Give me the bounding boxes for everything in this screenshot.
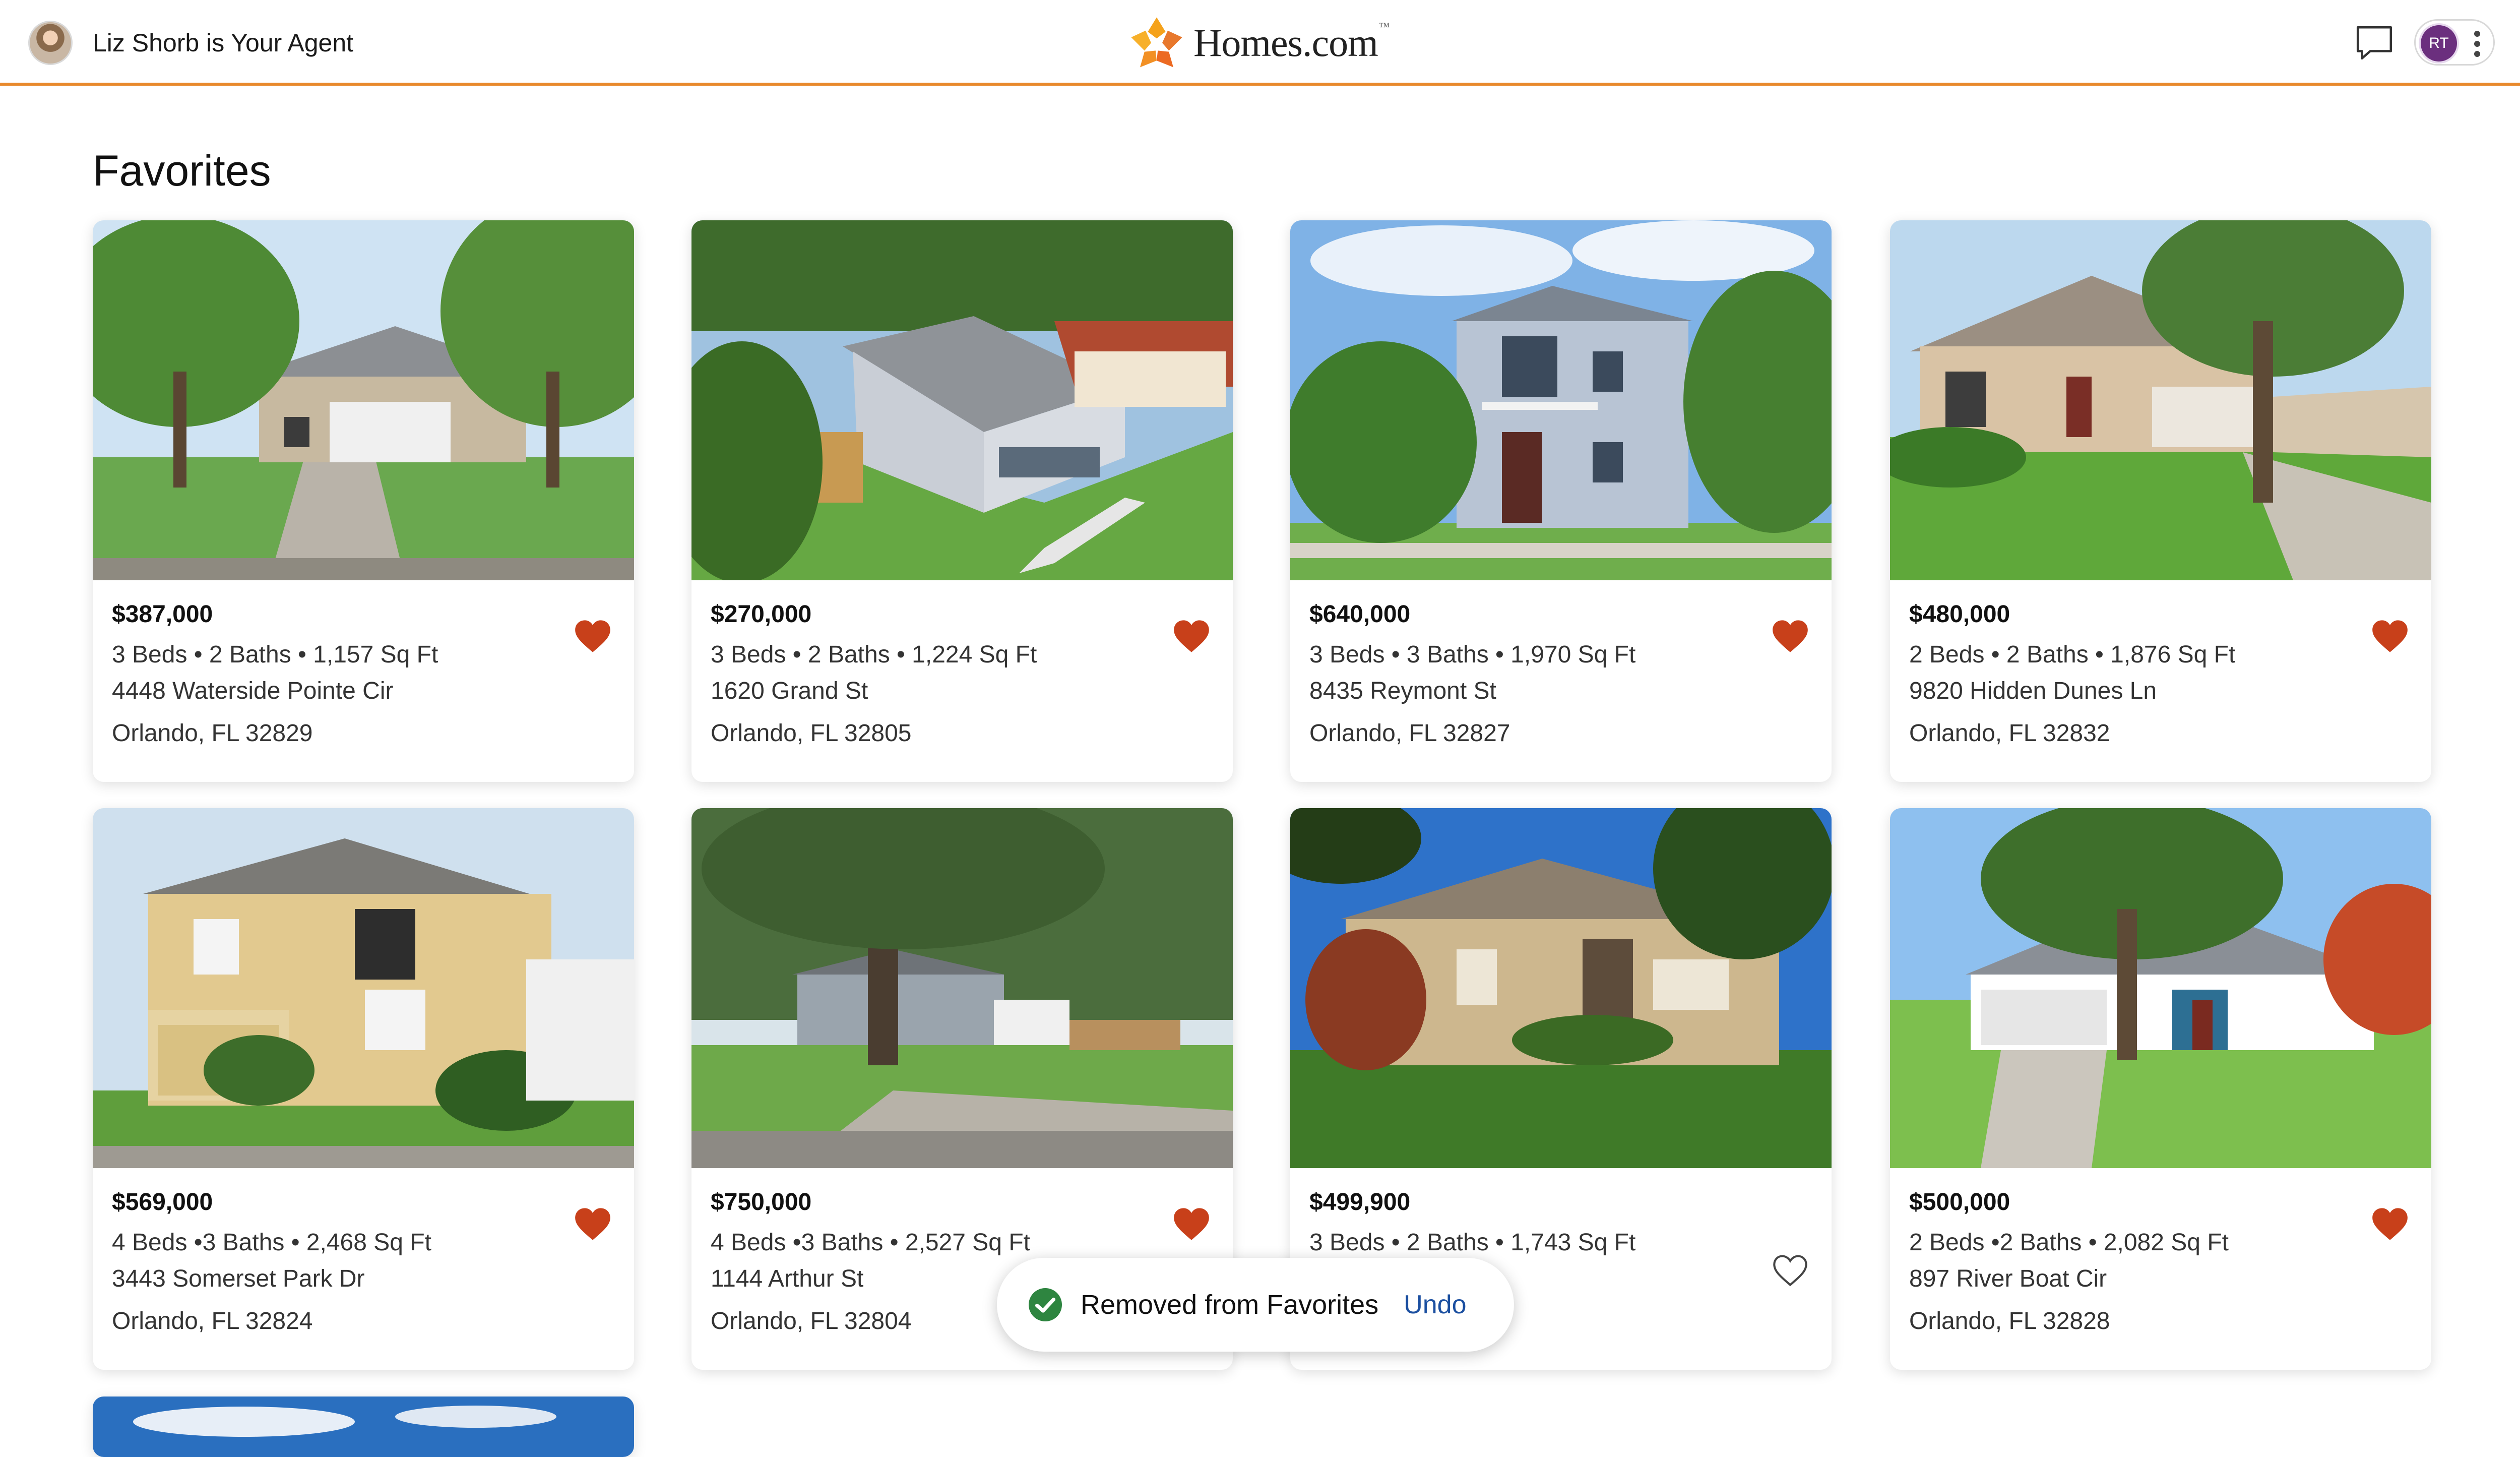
listing-photo[interactable] bbox=[1290, 220, 1832, 580]
user-avatar: RT bbox=[2421, 25, 2457, 62]
listing-photo[interactable] bbox=[1890, 808, 2431, 1168]
favorite-heart-icon[interactable] bbox=[1172, 1206, 1211, 1242]
favorite-heart-icon[interactable] bbox=[1172, 619, 1211, 654]
homes-logo-icon bbox=[1131, 17, 1182, 68]
listing-photo[interactable] bbox=[93, 1397, 634, 1457]
listing-street: 1620 Grand St bbox=[711, 678, 868, 704]
listing-card[interactable] bbox=[93, 1397, 634, 1457]
favorite-heart-icon[interactable] bbox=[2371, 1206, 2409, 1242]
listing-photo[interactable] bbox=[93, 220, 634, 580]
listing-street: 3443 Somerset Park Dr bbox=[112, 1265, 365, 1292]
listing-city: Orlando, FL 32832 bbox=[1909, 720, 2110, 747]
favorite-heart-icon[interactable] bbox=[1771, 619, 1809, 654]
listing-street: 8435 Reymont St bbox=[1309, 678, 1496, 704]
user-menu-button[interactable]: RT bbox=[2414, 19, 2495, 66]
listing-specs: 3 Beds • 2 Baths • 1,157 Sq Ft bbox=[112, 641, 438, 668]
listing-card[interactable]: $569,000 4 Beds •3 Baths • 2,468 Sq Ft 3… bbox=[93, 808, 634, 1370]
listing-price: $640,000 bbox=[1309, 601, 1411, 628]
listing-photo[interactable] bbox=[1290, 808, 1832, 1168]
listing-photo[interactable] bbox=[93, 808, 634, 1168]
toast-message: Removed from Favorites bbox=[1081, 1290, 1379, 1320]
listing-card[interactable]: $480,000 2 Beds • 2 Baths • 1,876 Sq Ft … bbox=[1890, 220, 2431, 782]
logo-wordmark: Homes.com™ bbox=[1193, 20, 1390, 65]
listing-card[interactable]: $500,000 2 Beds •2 Baths • 2,082 Sq Ft 8… bbox=[1890, 808, 2431, 1370]
listing-specs: 3 Beds • 2 Baths • 1,224 Sq Ft bbox=[711, 641, 1037, 668]
agent-badge[interactable]: Liz Shorb is Your Agent bbox=[28, 20, 353, 66]
listing-card[interactable]: $640,000 3 Beds • 3 Baths • 1,970 Sq Ft … bbox=[1290, 220, 1832, 782]
listing-price: $480,000 bbox=[1909, 601, 2010, 628]
listing-specs: 2 Beds • 2 Baths • 1,876 Sq Ft bbox=[1909, 641, 2236, 668]
listing-city: Orlando, FL 32827 bbox=[1309, 720, 1510, 747]
listing-city: Orlando, FL 32824 bbox=[112, 1308, 313, 1334]
undo-button[interactable]: Undo bbox=[1404, 1290, 1466, 1320]
listing-city: Orlando, FL 32829 bbox=[112, 720, 313, 747]
favorite-heart-outline-icon[interactable] bbox=[1771, 1253, 1809, 1288]
chat-icon[interactable] bbox=[2354, 22, 2395, 64]
listing-price: $387,000 bbox=[112, 601, 213, 628]
listing-photo[interactable] bbox=[691, 220, 1233, 580]
top-bar: Liz Shorb is Your Agent Homes.com™ RT bbox=[0, 0, 2520, 86]
listing-street: 4448 Waterside Pointe Cir bbox=[112, 678, 394, 704]
listing-specs: 4 Beds •3 Baths • 2,527 Sq Ft bbox=[711, 1229, 1030, 1256]
listing-price: $500,000 bbox=[1909, 1189, 2010, 1216]
listing-street: 9820 Hidden Dunes Ln bbox=[1909, 678, 2157, 704]
listing-card[interactable]: $270,000 3 Beds • 2 Baths • 1,224 Sq Ft … bbox=[691, 220, 1233, 782]
listing-specs: 3 Beds • 3 Baths • 1,970 Sq Ft bbox=[1309, 641, 1636, 668]
agent-label: Liz Shorb is Your Agent bbox=[93, 29, 354, 57]
favorite-heart-icon[interactable] bbox=[574, 1206, 612, 1242]
listing-city: Orlando, FL 32805 bbox=[711, 720, 912, 747]
more-options-icon bbox=[2472, 31, 2482, 57]
favorite-heart-icon[interactable] bbox=[574, 619, 612, 654]
removed-toast: Removed from Favorites Undo bbox=[997, 1258, 1514, 1352]
check-circle-icon bbox=[1029, 1288, 1062, 1321]
listing-price: $569,000 bbox=[112, 1189, 213, 1216]
page-title: Favorites bbox=[93, 147, 271, 195]
agent-avatar bbox=[28, 21, 73, 65]
listing-city: Orlando, FL 32828 bbox=[1909, 1308, 2110, 1334]
listing-specs: 3 Beds • 2 Baths • 1,743 Sq Ft bbox=[1309, 1229, 1636, 1256]
favorite-heart-icon[interactable] bbox=[2371, 619, 2409, 654]
listing-photo[interactable] bbox=[691, 808, 1233, 1168]
listing-photo[interactable] bbox=[1890, 220, 2431, 580]
listing-card[interactable]: $387,000 3 Beds • 2 Baths • 1,157 Sq Ft … bbox=[93, 220, 634, 782]
homes-logo[interactable]: Homes.com™ bbox=[1129, 15, 1390, 71]
listing-price: $750,000 bbox=[711, 1189, 812, 1216]
listing-price: $499,900 bbox=[1309, 1189, 1411, 1216]
listing-specs: 4 Beds •3 Baths • 2,468 Sq Ft bbox=[112, 1229, 431, 1256]
listing-price: $270,000 bbox=[711, 601, 812, 628]
listing-street: 897 River Boat Cir bbox=[1909, 1265, 2107, 1292]
listing-specs: 2 Beds •2 Baths • 2,082 Sq Ft bbox=[1909, 1229, 2229, 1256]
